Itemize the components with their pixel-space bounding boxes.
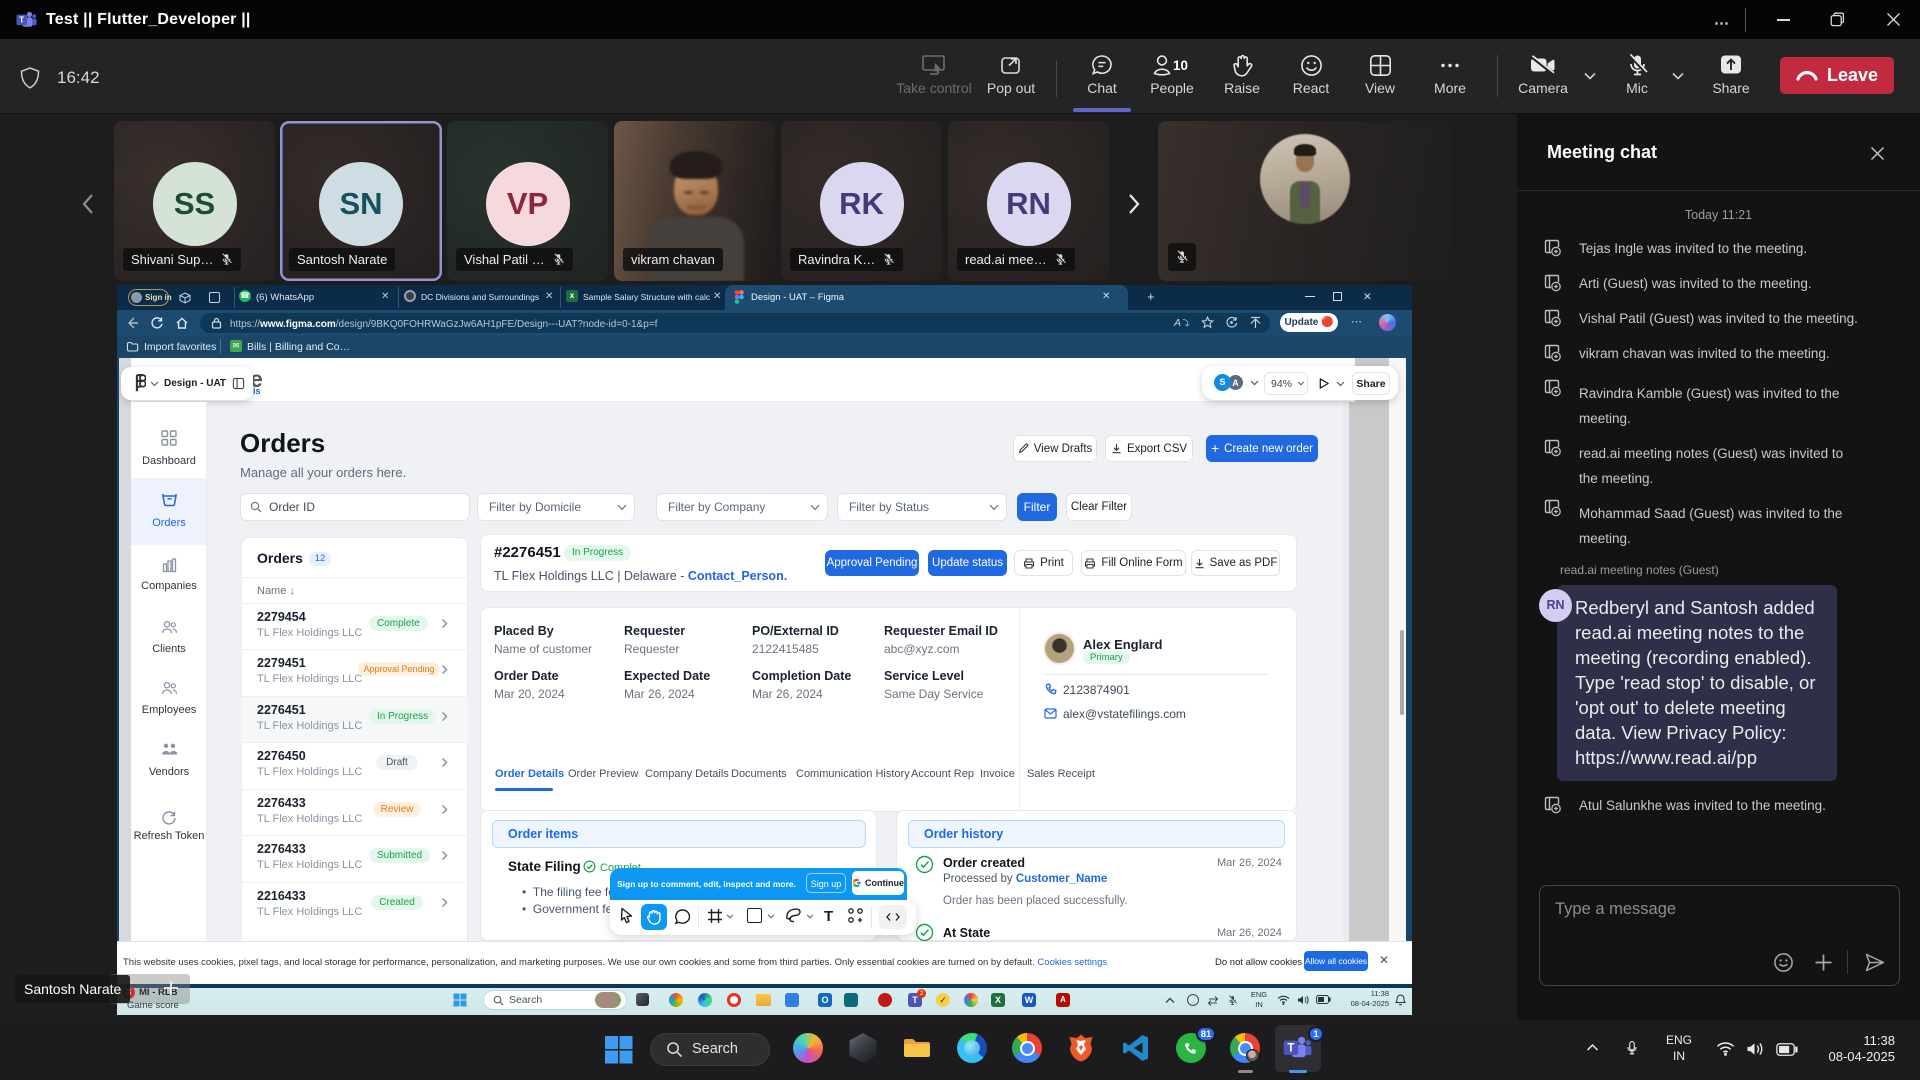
- svg-text:T: T: [19, 15, 25, 25]
- svg-text:T: T: [1287, 1042, 1294, 1055]
- svg-text:10: 10: [1173, 58, 1188, 73]
